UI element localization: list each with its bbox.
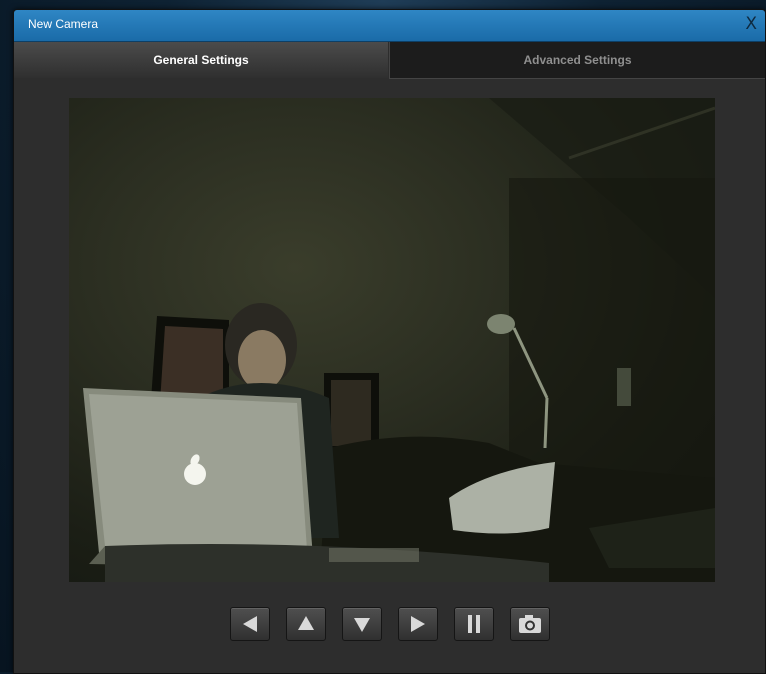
pan-up-button[interactable] — [285, 607, 326, 641]
snapshot-button[interactable] — [509, 607, 550, 641]
pan-down-button[interactable] — [341, 607, 382, 641]
camera-viewport — [69, 98, 715, 582]
arrow-down-icon — [353, 618, 370, 632]
pan-right-button[interactable] — [397, 607, 438, 641]
pause-icon — [467, 615, 480, 633]
camera-icon — [518, 615, 541, 633]
arrow-right-icon — [410, 616, 425, 632]
dialog-titlebar[interactable]: New Camera X — [14, 10, 765, 42]
camera-controls — [14, 607, 765, 643]
pause-button[interactable] — [453, 607, 494, 641]
tab-general-settings[interactable]: General Settings — [14, 42, 388, 78]
arrow-up-icon — [297, 616, 314, 630]
camera-feed-image — [83, 98, 715, 582]
close-icon[interactable]: X — [745, 16, 757, 33]
settings-tabs: General Settings Advanced Settings — [14, 42, 765, 79]
new-camera-dialog: New Camera X General Settings Advanced S… — [13, 9, 766, 674]
arrow-left-icon — [242, 616, 257, 632]
dialog-title: New Camera — [28, 17, 99, 31]
tab-advanced-settings[interactable]: Advanced Settings — [389, 42, 765, 79]
pan-left-button[interactable] — [229, 607, 270, 641]
